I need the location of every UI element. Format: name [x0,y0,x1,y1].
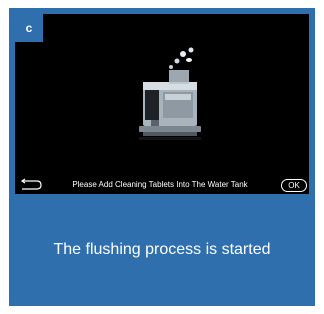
display-bottom-bar: Please Add Cleaning Tablets Into The Wat… [15,176,309,194]
return-arrow-icon[interactable] [19,178,43,192]
status-caption: The flushing process is started [53,241,271,258]
machine-display: c Please Add Cleaning Tablets Into The W… [15,14,309,194]
instruction-text: Please Add Cleaning Tablets Into The Wat… [72,180,248,189]
ok-button[interactable]: OK [281,179,307,192]
coffee-machine-illustration [139,47,201,140]
instruction-card: c Please Add Cleaning Tablets Into The W… [9,8,315,306]
step-badge: c [15,14,43,42]
